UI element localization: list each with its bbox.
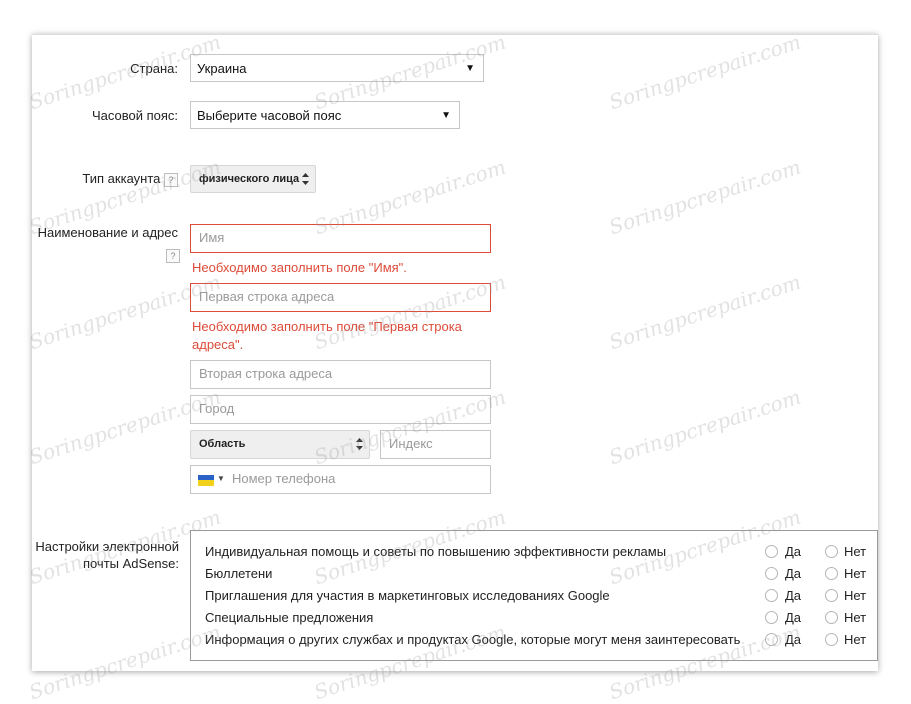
radio-no[interactable] (825, 567, 838, 580)
yes-label: Да (785, 610, 802, 625)
radio-no[interactable] (825, 611, 838, 624)
yes-label: Да (785, 544, 802, 559)
country-select[interactable]: Украина ▼ (190, 54, 484, 82)
email-prefs-box: Индивидуальная помощь и советы по повыше… (190, 530, 878, 661)
city-input[interactable]: Город (190, 395, 491, 424)
zip-input[interactable]: Индекс (380, 430, 491, 459)
caret-down-icon[interactable]: ▼ (217, 466, 225, 492)
region-value: Область (199, 438, 246, 450)
phone-placeholder: Номер телефона (232, 471, 336, 486)
radio-yes[interactable] (765, 545, 778, 558)
pref-text: Индивидуальная помощь и советы по повыше… (205, 544, 667, 559)
phone-input[interactable]: ▼ Номер телефона (190, 465, 491, 494)
no-label: Нет (844, 610, 867, 625)
city-placeholder: Город (199, 401, 235, 416)
address2-input[interactable]: Вторая строка адреса (190, 360, 491, 389)
radio-no[interactable] (825, 545, 838, 558)
pref-row: Приглашения для участия в маркетинговых … (205, 586, 869, 606)
pref-row: Информация о других службах и продуктах … (205, 630, 869, 650)
name-error: Необходимо заполнить поле "Имя". (192, 260, 407, 275)
radio-no[interactable] (825, 589, 838, 602)
email-prefs-label-line2: почты AdSense: (82, 556, 179, 571)
yes-label: Да (785, 588, 802, 603)
yes-label: Да (785, 632, 802, 647)
timezone-label: Часовой пояс: (91, 108, 178, 123)
radio-no[interactable] (825, 633, 838, 646)
updown-arrows-icon (302, 173, 309, 185)
address1-placeholder: Первая строка адреса (199, 289, 335, 304)
pref-text: Информация о других службах и продуктах … (205, 632, 741, 647)
help-icon[interactable]: ? (166, 248, 180, 263)
account-type-label: Тип аккаунта (82, 171, 161, 186)
yes-label: Да (785, 566, 802, 581)
no-label: Нет (844, 632, 867, 647)
name-address-label: Наименование и адрес (37, 225, 178, 240)
radio-yes[interactable] (765, 633, 778, 646)
country-label: Страна: (130, 61, 178, 76)
pref-row: Специальные предложения Да Нет (205, 608, 869, 628)
timezone-value: Выберите часовой пояс (197, 108, 342, 123)
address1-error-line2: адреса". (192, 337, 244, 352)
name-address-help[interactable]: ? (166, 247, 180, 263)
no-label: Нет (844, 566, 867, 581)
caret-down-icon: ▼ (465, 63, 475, 74)
pref-row: Индивидуальная помощь и советы по повыше… (205, 542, 869, 562)
radio-yes[interactable] (765, 611, 778, 624)
radio-yes[interactable] (765, 567, 778, 580)
pref-row: Бюллетени Да Нет (205, 564, 869, 584)
zip-placeholder: Индекс (389, 436, 433, 451)
name-input[interactable]: Имя (190, 224, 491, 253)
no-label: Нет (844, 588, 867, 603)
pref-text: Приглашения для участия в маркетинговых … (205, 588, 610, 603)
name-placeholder: Имя (199, 230, 225, 245)
no-label: Нет (844, 544, 867, 559)
caret-down-icon: ▼ (441, 110, 451, 121)
address1-error-line1: Необходимо заполнить поле "Первая строка (192, 319, 462, 334)
account-type-select[interactable]: физического лица (190, 165, 316, 193)
account-type-label-row: Тип аккаунта ? (40, 170, 178, 188)
radio-yes[interactable] (765, 589, 778, 602)
pref-text: Специальные предложения (205, 610, 374, 625)
ukraine-flag-icon[interactable] (198, 475, 214, 486)
pref-text: Бюллетени (205, 566, 273, 581)
email-prefs-label-line1: Настройки электронной (35, 539, 179, 554)
timezone-select[interactable]: Выберите часовой пояс ▼ (190, 101, 460, 129)
help-icon[interactable]: ? (164, 172, 178, 187)
account-type-value: физического лица (199, 173, 300, 185)
address2-placeholder: Вторая строка адреса (199, 366, 333, 381)
country-value: Украина (197, 61, 247, 76)
region-select[interactable]: Область (190, 430, 370, 459)
address1-input[interactable]: Первая строка адреса (190, 283, 491, 312)
updown-arrows-icon (356, 438, 363, 450)
